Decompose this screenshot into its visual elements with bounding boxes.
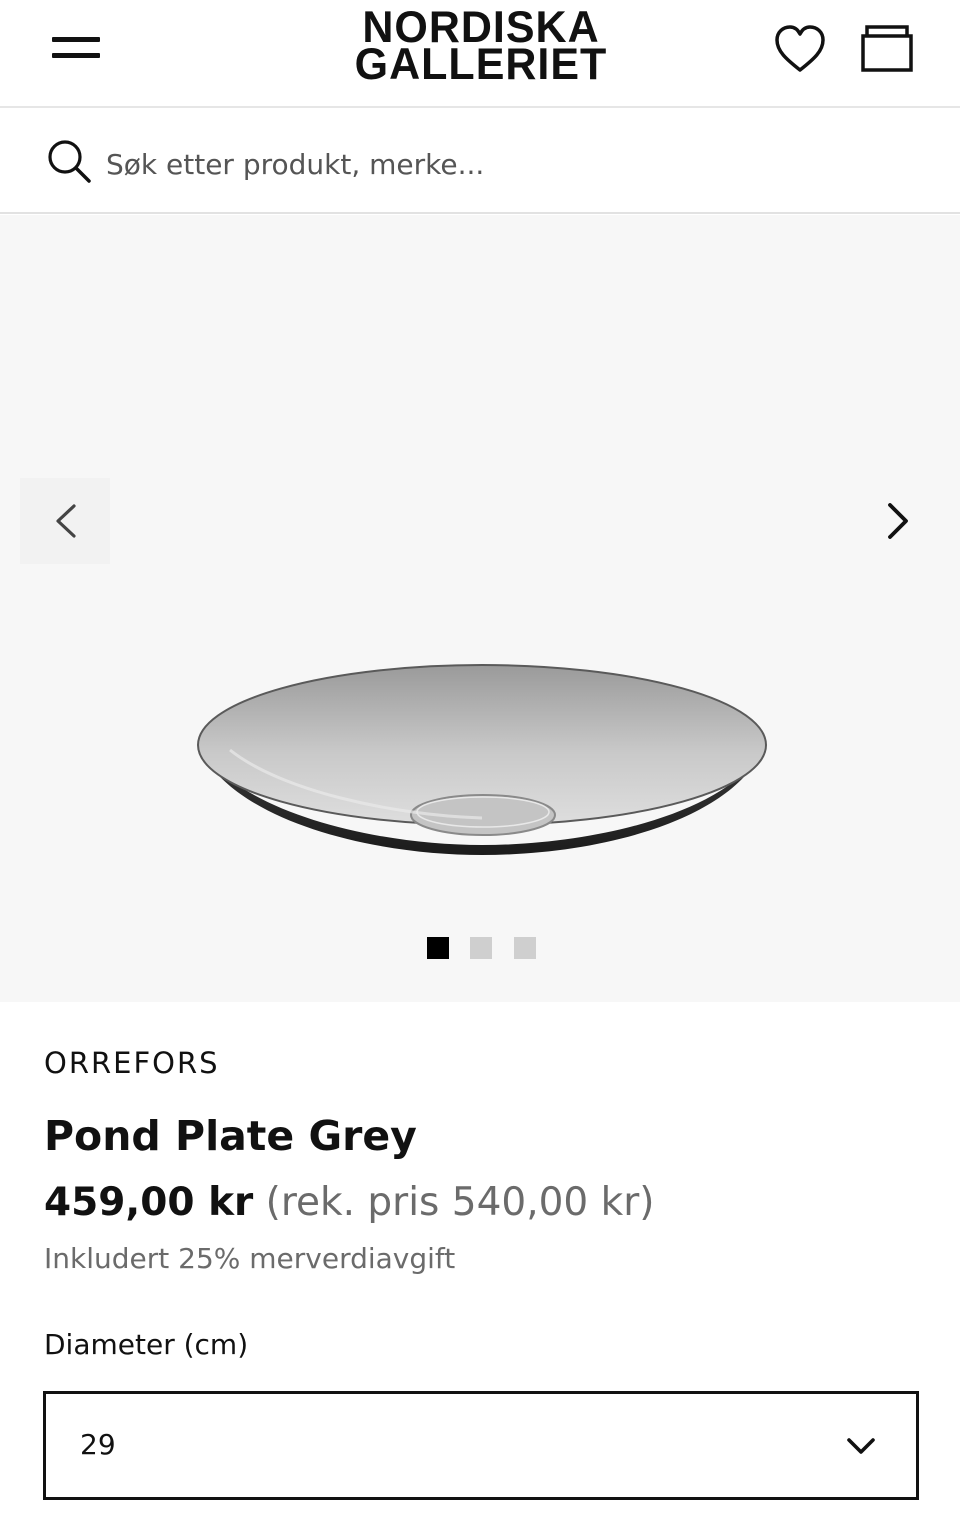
logo-line-2: GALLERIET	[354, 39, 608, 90]
gallery-prev-button[interactable]	[20, 478, 110, 564]
vat-note: Inkludert 25% merverdiavgift	[44, 1242, 456, 1275]
product-brand-link[interactable]: ORREFORS	[44, 1046, 220, 1080]
chevron-right-icon	[888, 503, 908, 539]
cart-button[interactable]	[858, 22, 916, 76]
gallery-dot-2[interactable]	[470, 937, 492, 959]
chevron-left-icon	[56, 504, 76, 538]
search-input[interactable]	[106, 136, 906, 192]
heart-icon	[775, 25, 825, 72]
site-logo[interactable]: NORDISKA GALLERIET	[318, 5, 644, 90]
gallery-next-button[interactable]	[858, 478, 938, 564]
diameter-selected-value: 29	[80, 1428, 116, 1461]
product-price: 459,00 kr	[44, 1180, 254, 1225]
price-row: 459,00 kr (rek. pris 540,00 kr)	[44, 1180, 654, 1225]
recommended-price: (rek. pris 540,00 kr)	[265, 1180, 655, 1225]
diameter-select[interactable]: 29	[43, 1391, 919, 1500]
diameter-label: Diameter (cm)	[44, 1328, 249, 1361]
wishlist-button[interactable]	[772, 22, 828, 76]
product-title: Pond Plate Grey	[44, 1112, 417, 1160]
product-image[interactable]	[190, 650, 774, 865]
site-header: NORDISKA GALLERIET	[0, 0, 960, 108]
gallery-dot-1[interactable]	[427, 937, 449, 959]
menu-icon-bar-bottom	[52, 53, 100, 58]
search-icon[interactable]	[46, 138, 92, 184]
gallery-pagination	[0, 937, 960, 959]
chevron-down-icon	[847, 1438, 875, 1454]
menu-icon-bar-top	[52, 37, 100, 42]
menu-button[interactable]	[44, 26, 108, 70]
product-gallery[interactable]	[0, 215, 960, 1002]
gallery-dot-3[interactable]	[514, 937, 536, 959]
bag-icon	[861, 25, 913, 72]
